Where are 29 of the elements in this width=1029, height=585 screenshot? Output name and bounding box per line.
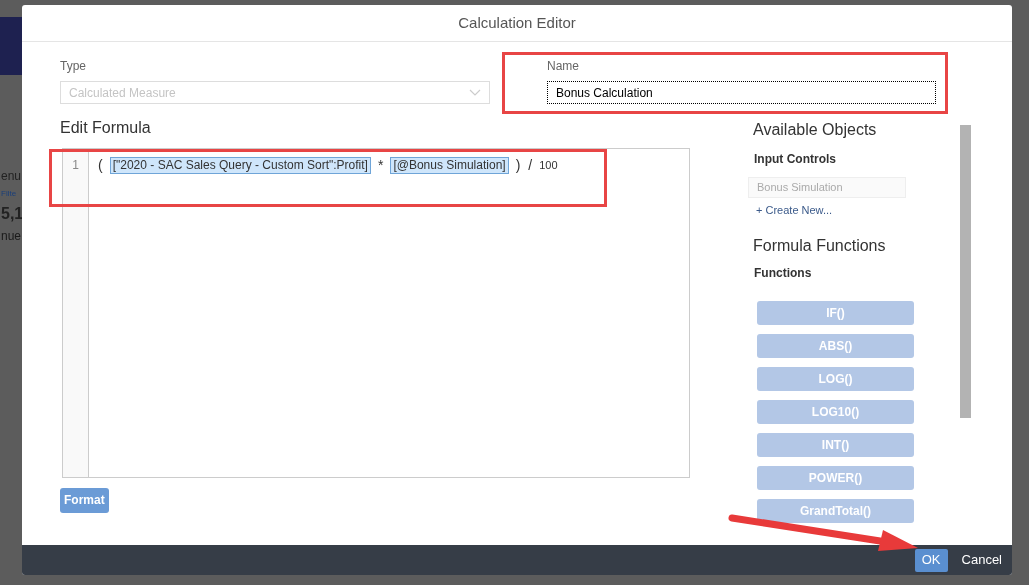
operator-symbol: / [527, 155, 534, 175]
formula-functions-heading: Formula Functions [753, 235, 887, 256]
operator-symbol: * [376, 155, 385, 175]
type-label: Type [60, 58, 87, 75]
create-new-link[interactable]: + Create New... [756, 202, 833, 219]
available-objects-heading: Available Objects [753, 120, 878, 140]
functions-label: Functions [754, 264, 813, 282]
text-fragment: nue [1, 230, 22, 242]
text-fragment: enu [1, 170, 22, 182]
edit-formula-heading: Edit Formula [60, 118, 152, 138]
link-fragment: Filte [1, 190, 18, 198]
operator-symbol: ( [97, 155, 104, 175]
formula-token[interactable]: ["2020 - SAC Sales Query - Custom Sort":Profit] [109, 156, 371, 174]
formula-token[interactable]: [@Bonus Simulation] [390, 156, 509, 174]
input-controls-label: Input Controls [754, 151, 837, 168]
number-fragment: 5,1 [1, 206, 22, 222]
ok-button[interactable]: OK [914, 548, 948, 572]
header-band [0, 17, 22, 75]
name-label: Name [547, 58, 580, 75]
dialog-title: Calculation Editor [458, 12, 576, 33]
name-field[interactable]: Bonus Calculation [547, 81, 936, 104]
scrollbar[interactable] [960, 125, 971, 418]
chevron-down-icon [469, 89, 481, 96]
operator-symbol: ) [514, 155, 522, 175]
format-button[interactable]: Format [60, 487, 109, 513]
formula-editor[interactable]: 1 ( ["2020 - SAC Sales Query - Custom Sort":Profit] * [@Bonus Simulation] ) / 100 [62, 148, 690, 478]
cancel-button[interactable]: Cancel [961, 548, 1002, 572]
number-literal: 100 [539, 157, 558, 173]
line-number: 1 [72, 157, 79, 173]
